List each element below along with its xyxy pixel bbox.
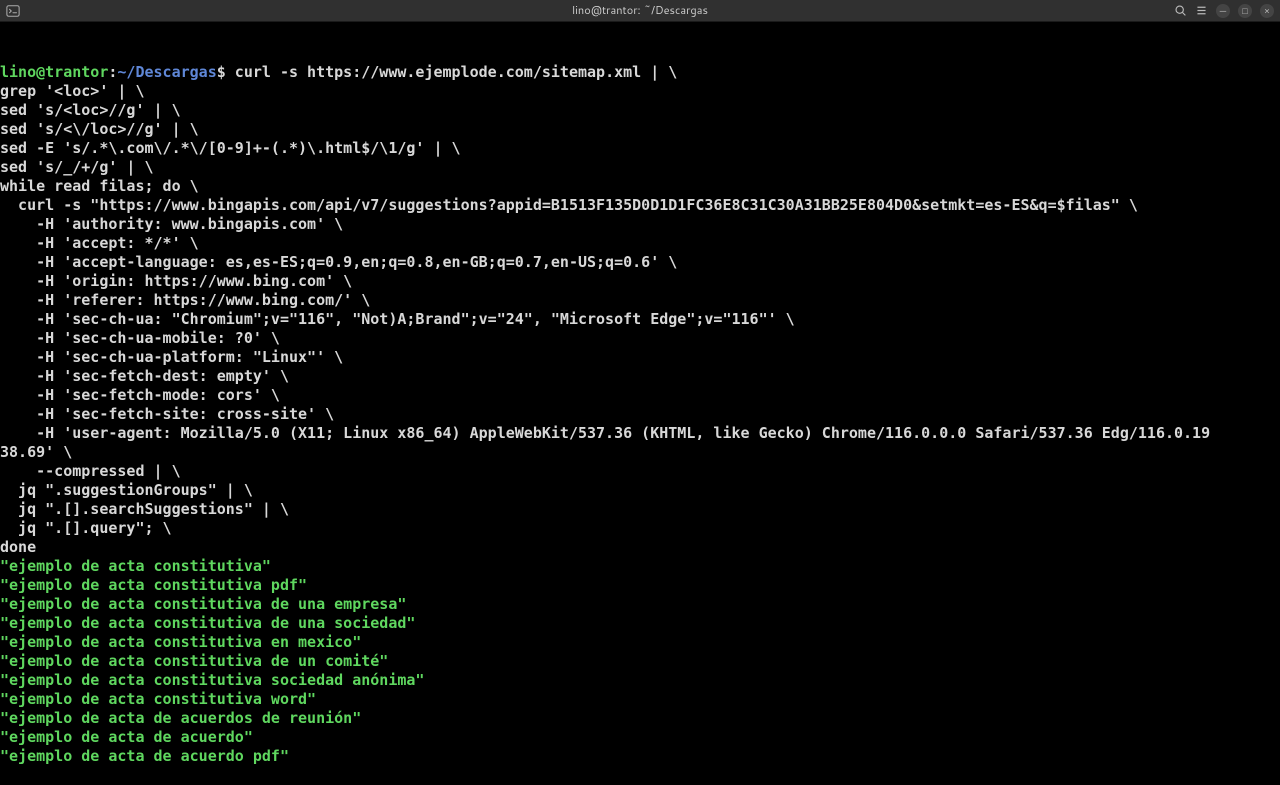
terminal-output-line: "ejemplo de acta constitutiva sociedad a… bbox=[0, 671, 1280, 690]
terminal-line: -H 'origin: https://www.bing.com' \ bbox=[0, 272, 1280, 291]
terminal-line: curl -s "https://www.bingapis.com/api/v7… bbox=[0, 196, 1280, 215]
terminal-line: while read filas; do \ bbox=[0, 177, 1280, 196]
prompt-dollar: $ bbox=[217, 63, 226, 81]
window-titlebar: lino@trantor: ~/Descargas ─ □ × bbox=[0, 0, 1280, 22]
terminal-line: -H 'accept-language: es,es-ES;q=0.9,en;q… bbox=[0, 253, 1280, 272]
terminal-line: sed -E 's/.*\.com\/.*\/[0-9]+-(.*)\.html… bbox=[0, 139, 1280, 158]
terminal-line: done bbox=[0, 538, 1280, 557]
terminal-output-line: "ejemplo de acta de acuerdo" bbox=[0, 728, 1280, 747]
terminal-line: -H 'sec-fetch-dest: empty' \ bbox=[0, 367, 1280, 386]
terminal-line: -H 'authority: www.bingapis.com' \ bbox=[0, 215, 1280, 234]
search-icon[interactable] bbox=[1174, 4, 1187, 17]
close-button[interactable]: × bbox=[1260, 4, 1274, 18]
terminal-output-line: "ejemplo de acta constitutiva en mexico" bbox=[0, 633, 1280, 652]
terminal-line: -H 'sec-fetch-site: cross-site' \ bbox=[0, 405, 1280, 424]
prompt-userhost: lino@trantor bbox=[0, 63, 108, 81]
terminal-line: -H 'sec-ch-ua-mobile: ?0' \ bbox=[0, 329, 1280, 348]
terminal-line: sed 's/_/+/g' | \ bbox=[0, 158, 1280, 177]
window-title: lino@trantor: ~/Descargas bbox=[572, 1, 708, 20]
terminal-output-line: "ejemplo de acta de acuerdos de reunión" bbox=[0, 709, 1280, 728]
terminal-line: -H 'referer: https://www.bing.com/' \ bbox=[0, 291, 1280, 310]
terminal-line: -H 'sec-ch-ua: "Chromium";v="116", "Not)… bbox=[0, 310, 1280, 329]
terminal-line: -H 'accept: */*' \ bbox=[0, 234, 1280, 253]
terminal-line: jq ".suggestionGroups" | \ bbox=[0, 481, 1280, 500]
terminal-line: sed 's/<\/loc>//g' | \ bbox=[0, 120, 1280, 139]
maximize-button[interactable]: □ bbox=[1238, 4, 1252, 18]
terminal-line: sed 's/<loc>//g' | \ bbox=[0, 101, 1280, 120]
terminal-body[interactable]: lino@trantor:~/Descargas$ curl -s https:… bbox=[0, 22, 1280, 785]
terminal-line: lino@trantor:~/Descargas$ curl -s https:… bbox=[0, 63, 1280, 82]
terminal-line: -H 'sec-ch-ua-platform: "Linux"' \ bbox=[0, 348, 1280, 367]
terminal-line: --compressed | \ bbox=[0, 462, 1280, 481]
terminal-line: -H 'sec-fetch-mode: cors' \ bbox=[0, 386, 1280, 405]
terminal-line: grep '<loc>' | \ bbox=[0, 82, 1280, 101]
terminal-line: -H 'user-agent: Mozilla/5.0 (X11; Linux … bbox=[0, 424, 1280, 443]
terminal-output-line: "ejemplo de acta constitutiva pdf" bbox=[0, 576, 1280, 595]
menu-icon[interactable] bbox=[1195, 4, 1208, 17]
terminal-line: jq ".[].query"; \ bbox=[0, 519, 1280, 538]
command-text: curl -s https://www.ejemplode.com/sitema… bbox=[226, 63, 678, 81]
terminal-output-line: "ejemplo de acta constitutiva de un comi… bbox=[0, 652, 1280, 671]
terminal-line: jq ".[].searchSuggestions" | \ bbox=[0, 500, 1280, 519]
terminal-icon bbox=[6, 4, 20, 18]
terminal-output-line: "ejemplo de acta constitutiva word" bbox=[0, 690, 1280, 709]
prompt-path: ~/Descargas bbox=[117, 63, 216, 81]
minimize-button[interactable]: ─ bbox=[1216, 4, 1230, 18]
terminal-output-line: "ejemplo de acta constitutiva" bbox=[0, 557, 1280, 576]
terminal-output-line: "ejemplo de acta constitutiva de una emp… bbox=[0, 595, 1280, 614]
terminal-output-line: "ejemplo de acta de acuerdo pdf" bbox=[0, 747, 1280, 766]
terminal-line: 38.69' \ bbox=[0, 443, 1280, 462]
terminal-output-line: "ejemplo de acta constitutiva de una soc… bbox=[0, 614, 1280, 633]
